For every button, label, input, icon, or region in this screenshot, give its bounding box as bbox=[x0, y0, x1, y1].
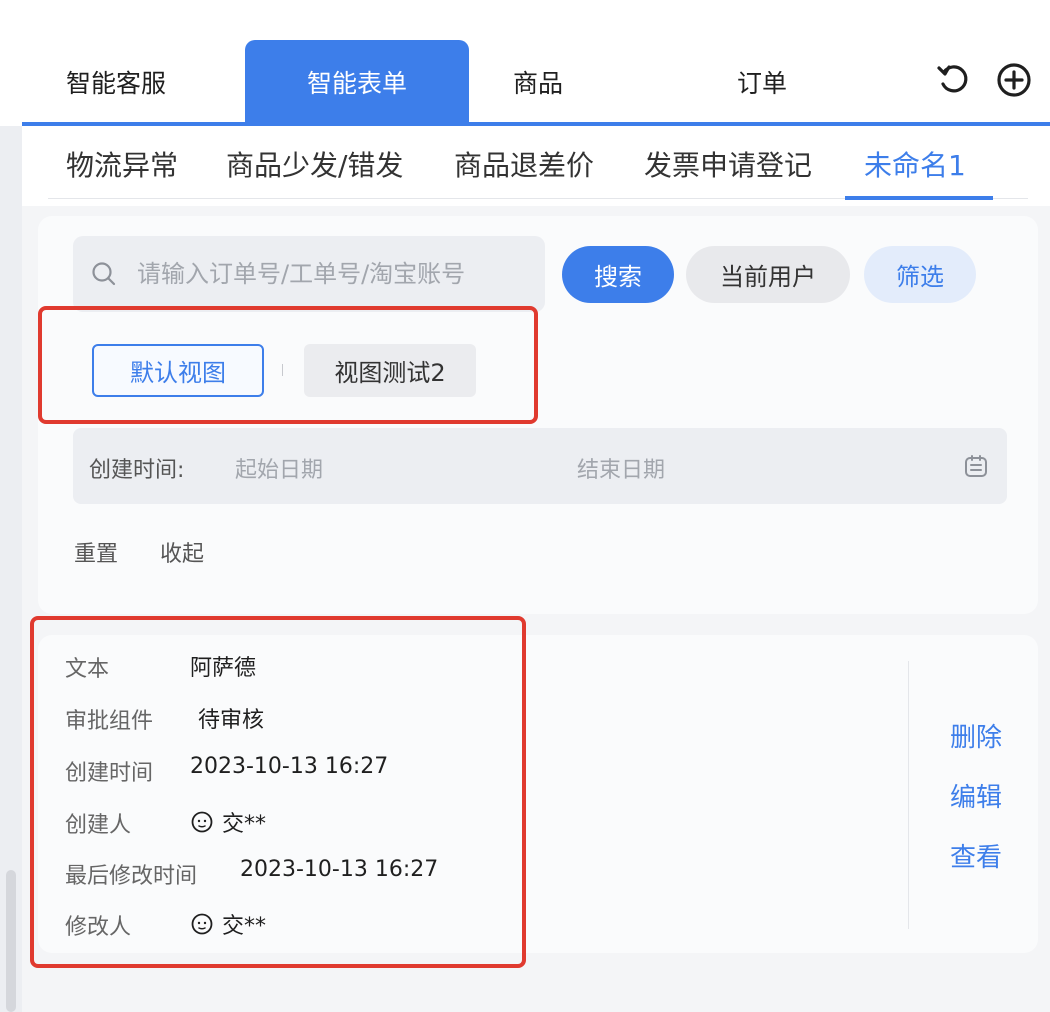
current-user-button[interactable]: 当前用户 bbox=[686, 246, 850, 303]
sub-tab-missing-items[interactable]: 商品少发/错发 bbox=[226, 144, 403, 184]
scrollbar-thumb[interactable] bbox=[6, 870, 16, 1012]
search-icon bbox=[92, 262, 116, 286]
edit-button[interactable]: 编辑 bbox=[950, 777, 1002, 814]
reset-button[interactable]: 重置 bbox=[74, 536, 118, 568]
top-tab-smart-service[interactable]: 智能客服 bbox=[22, 40, 210, 124]
view-button[interactable]: 查看 bbox=[950, 837, 1002, 874]
sub-tab-active-underline bbox=[845, 196, 993, 200]
sub-tab-price-refund[interactable]: 商品退差价 bbox=[454, 144, 594, 184]
highlight-box-record bbox=[30, 616, 526, 968]
plus-circle-icon[interactable] bbox=[996, 62, 1032, 98]
sub-tab-bar: 物流异常 商品少发/错发 商品退差价 发票申请登记 未命名1 bbox=[22, 126, 1050, 206]
filter-button[interactable]: 筛选 bbox=[864, 246, 976, 303]
top-tab-smart-form[interactable]: 智能表单 bbox=[245, 40, 469, 124]
collapse-button[interactable]: 收起 bbox=[160, 536, 204, 568]
search-button[interactable]: 搜索 bbox=[562, 246, 674, 303]
calendar-icon[interactable] bbox=[963, 453, 989, 479]
delete-button[interactable]: 删除 bbox=[950, 717, 1002, 754]
sub-tab-untitled[interactable]: 未命名1 bbox=[864, 144, 966, 184]
sub-tab-invoice[interactable]: 发票申请登记 bbox=[644, 144, 812, 184]
search-input[interactable] bbox=[137, 260, 507, 288]
highlight-box-views bbox=[38, 306, 538, 424]
start-date-input[interactable]: 起始日期 bbox=[235, 452, 323, 484]
top-tab-products[interactable]: 商品 bbox=[470, 40, 606, 124]
date-range-label: 创建时间: bbox=[89, 458, 185, 483]
record-divider bbox=[908, 661, 909, 929]
sub-tab-logistics[interactable]: 物流异常 bbox=[66, 144, 178, 184]
refresh-icon[interactable] bbox=[936, 62, 972, 98]
top-tab-bar: 智能客服 智能表单 商品 订单 bbox=[0, 0, 1050, 126]
end-date-input[interactable]: 结束日期 bbox=[577, 452, 665, 484]
date-range-picker[interactable]: 创建时间: 起始日期 结束日期 bbox=[73, 428, 1007, 504]
search-box bbox=[73, 236, 545, 312]
top-tab-orders[interactable]: 订单 bbox=[690, 40, 834, 124]
